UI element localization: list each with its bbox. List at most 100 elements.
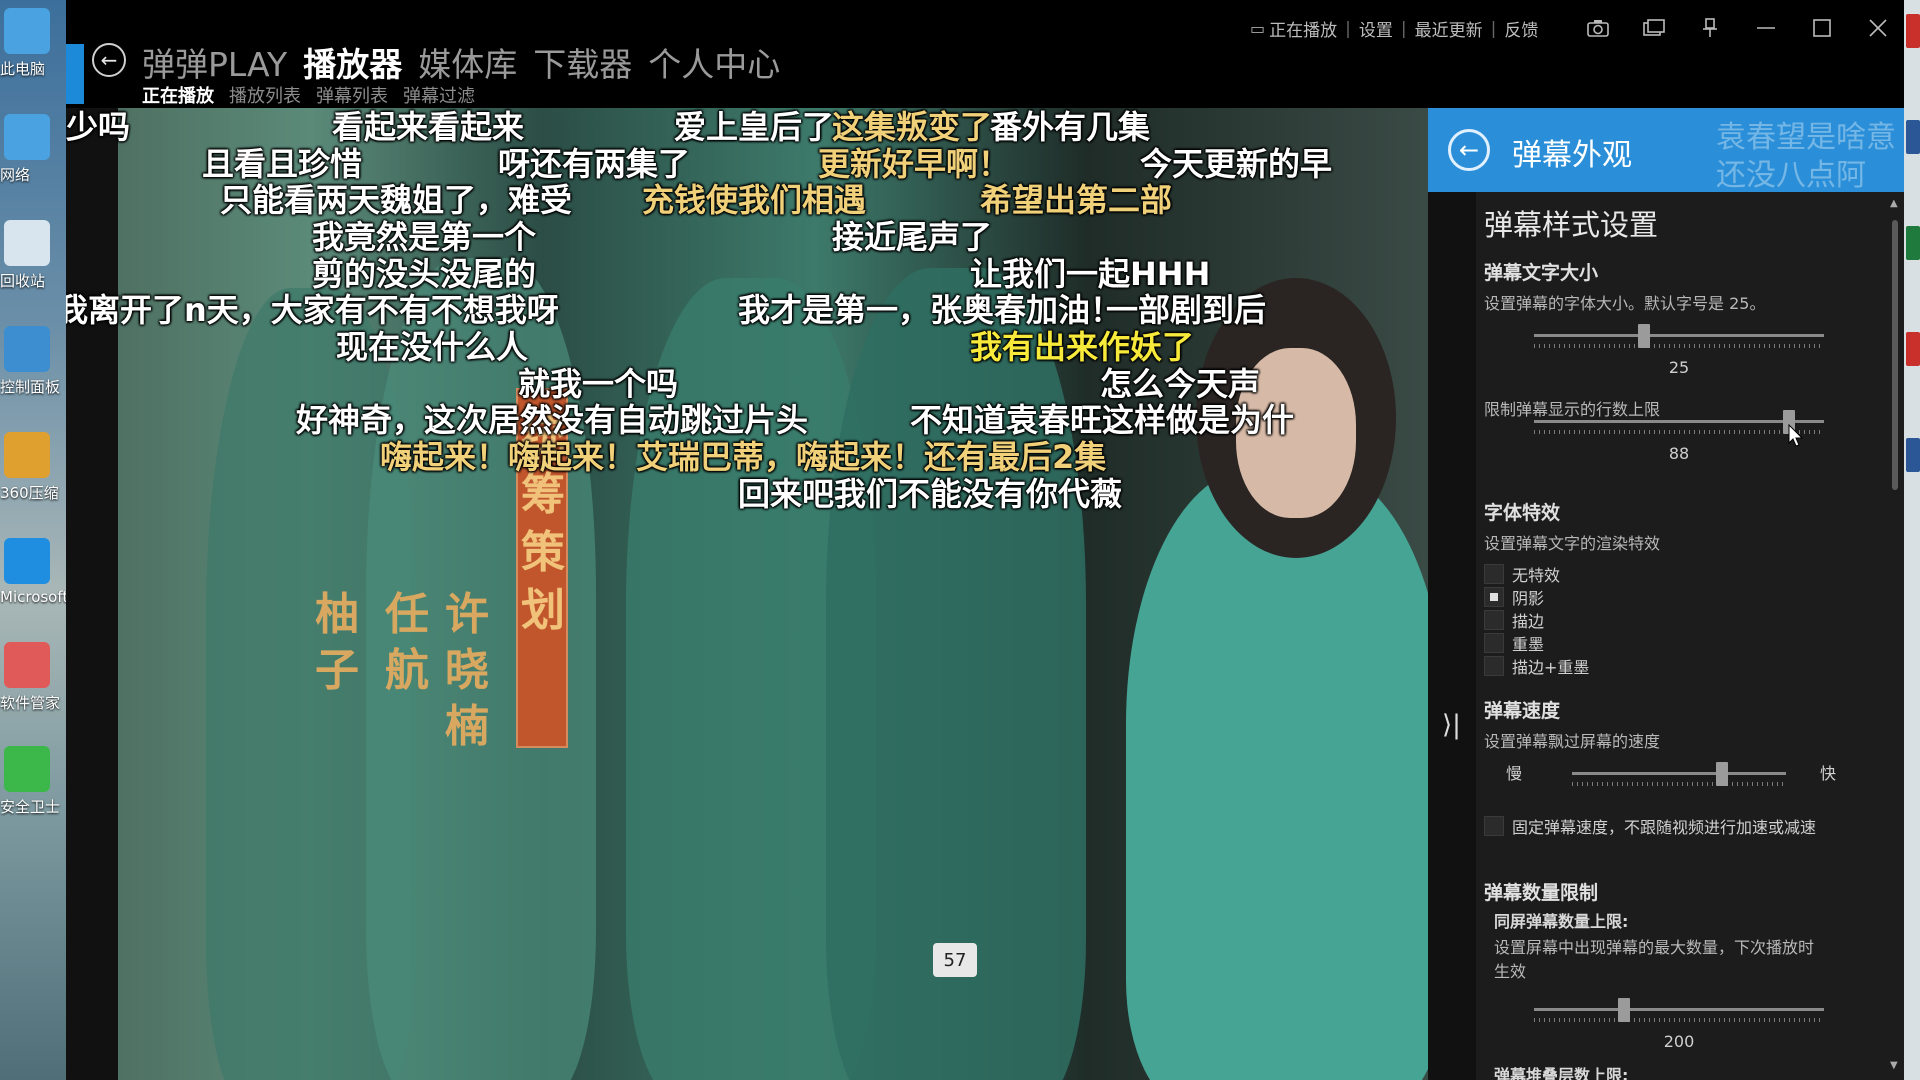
app-window: ← 弹弹PLAY 播放器 媒体库 下载器 个人中心 正在播放 播放列表 弹幕列表 弹幕过滤 ▭… — [66, 0, 1904, 1080]
radio-button[interactable] — [1484, 587, 1504, 607]
slider-thumb[interactable] — [1617, 998, 1630, 1022]
toplink-settings[interactable]: 设置 — [1359, 16, 1393, 41]
line-limit-value: 88 — [1668, 444, 1690, 463]
collapse-panel-icon[interactable]: ⟩| — [1442, 710, 1461, 740]
radio-button[interactable] — [1484, 610, 1504, 630]
desktop-tile-icon[interactable] — [1906, 120, 1920, 154]
desktop-icon[interactable]: Microsoft Edge — [0, 538, 66, 606]
scroll-down-icon[interactable]: ▼ — [1890, 1060, 1898, 1071]
effect-option[interactable]: 重墨 — [1484, 631, 1544, 655]
titlebar: ← 弹弹PLAY 播放器 媒体库 下载器 个人中心 正在播放 播放列表 弹幕列表 弹幕过滤 ▭… — [66, 0, 1904, 108]
minimize-icon[interactable] — [1738, 8, 1794, 48]
nav-item[interactable]: 弹弹PLAY — [142, 38, 287, 86]
effect-option-label: 无特效 — [1512, 566, 1561, 585]
desktop-icon-label: 网络 — [0, 166, 31, 184]
camera-icon[interactable] — [1570, 8, 1626, 48]
desktop-icon[interactable]: 网络 — [0, 114, 66, 185]
count-limit-slider[interactable] — [1534, 998, 1824, 1028]
video-player[interactable]: 柚子任航许晓楠 统筹策划 少吗 看起来看起来 爱上皇后了 这集叛变了 番外有几集 且看且珍… — [66, 108, 1428, 1080]
credit-char: 子 — [315, 645, 359, 696]
subnav-item[interactable]: 弹幕列表 — [316, 82, 388, 108]
panel-header: 袁春望是啥意 还没八点阿 ← 弹幕外观 — [1428, 108, 1904, 193]
video-figure — [1126, 468, 1428, 1080]
effect-option[interactable]: 描边 — [1484, 608, 1544, 632]
accent-bar — [66, 44, 84, 104]
credit-char: 航 — [385, 645, 429, 696]
desktop-icon-label: 软件管家 — [0, 694, 61, 712]
danmaku-icon: ▭ — [1250, 19, 1266, 38]
radio-button[interactable] — [1484, 656, 1504, 676]
scroll-up-icon[interactable]: ▲ — [1890, 198, 1898, 209]
desktop-tile-icon[interactable] — [1906, 438, 1920, 472]
desktop-icon[interactable]: 安全卫士 — [0, 746, 66, 817]
slider-track — [1572, 772, 1786, 775]
separator: | — [1400, 18, 1407, 39]
desktop-tile-icon[interactable] — [1906, 332, 1920, 366]
speed-title: 弹幕速度 — [1484, 700, 1561, 722]
desktop-icon[interactable]: 软件管家 — [0, 642, 66, 713]
back-button[interactable]: ← — [92, 43, 126, 77]
subnav-item[interactable]: 弹幕过滤 — [403, 82, 475, 108]
subnav-item[interactable]: 正在播放 — [142, 82, 214, 108]
pip-icon[interactable] — [1626, 8, 1682, 48]
count-limit-desc-line2: 生效 — [1494, 962, 1527, 981]
app-icon — [4, 114, 50, 160]
effects-desc: 设置弹幕文字的渲染特效 — [1484, 534, 1661, 553]
maximize-icon[interactable] — [1794, 8, 1850, 48]
count-limit-value: 200 — [1663, 1032, 1695, 1051]
slider-thumb[interactable] — [1638, 324, 1651, 348]
nav-item[interactable]: 播放器 — [303, 38, 402, 86]
speed-slider[interactable] — [1572, 762, 1786, 792]
desktop-tile-icon[interactable] — [1906, 14, 1920, 48]
credit-char: 策 — [521, 527, 565, 578]
app-icon — [4, 8, 50, 54]
line-limit-slider[interactable] — [1534, 410, 1824, 440]
danmaku-comment: 现在没什么人 — [336, 328, 529, 367]
radio-button[interactable] — [1484, 564, 1504, 584]
desktop-icon[interactable]: 回收站 — [0, 220, 66, 291]
fixed-speed-checkbox[interactable]: 固定弹幕速度，不跟随视频进行加速或减速 — [1484, 814, 1816, 838]
slider-thumb[interactable] — [1715, 762, 1728, 786]
font-size-desc: 设置弹幕的字体大小。默认字号是 25。 — [1484, 294, 1766, 313]
subnav-item[interactable]: 播放列表 — [229, 82, 301, 108]
app-icon — [4, 326, 50, 372]
toplink-now-playing[interactable]: 正在播放 — [1269, 16, 1337, 41]
font-size-slider[interactable] — [1534, 324, 1824, 354]
nav-item[interactable]: 个人中心 — [648, 38, 780, 86]
slider-ticks — [1572, 782, 1786, 786]
panel-title: 弹幕外观 — [1512, 138, 1632, 173]
toplink-recent-updates[interactable]: 最近更新 — [1415, 16, 1483, 41]
effect-option[interactable]: 阴影 — [1484, 585, 1544, 609]
credit-char: 任 — [385, 589, 429, 640]
app-icon — [4, 432, 50, 478]
checkbox[interactable] — [1484, 816, 1504, 836]
stack-limit-label: 弹幕堆叠层数上限: — [1494, 1066, 1629, 1080]
effect-option[interactable]: 无特效 — [1484, 562, 1560, 586]
mouse-cursor-icon — [1788, 423, 1804, 452]
close-icon[interactable] — [1850, 8, 1904, 48]
effect-option[interactable]: 描边+重墨 — [1484, 654, 1589, 678]
toplink-feedback[interactable]: 反馈 — [1504, 16, 1538, 41]
nav-item[interactable]: 下载器 — [533, 38, 632, 86]
desktop-tile-icon[interactable] — [1906, 226, 1920, 260]
app-icon — [4, 746, 50, 792]
separator: | — [1345, 18, 1351, 39]
panel-back-button[interactable]: ← — [1448, 129, 1490, 171]
fixed-speed-label: 固定弹幕速度，不跟随视频进行加速或减速 — [1512, 818, 1817, 837]
slider-track — [1534, 334, 1824, 337]
danmaku-appearance-panel: 袁春望是啥意 还没八点阿 ← 弹幕外观 ⟩| 弹幕样式设置 弹幕文字大小 设置弹… — [1428, 108, 1904, 1080]
desktop-icon[interactable]: 360压缩 — [0, 432, 66, 503]
slider-ticks — [1534, 344, 1824, 348]
slider-track — [1534, 1008, 1824, 1011]
desktop-right — [1904, 0, 1920, 1080]
nav-item[interactable]: 媒体库 — [418, 38, 517, 86]
count-limit-title: 弹幕数量限制 — [1484, 882, 1599, 904]
scroll-thumb[interactable] — [1892, 220, 1898, 490]
desktop-icon[interactable]: 此电脑 — [0, 8, 66, 79]
desktop-icon[interactable]: 控制面板 — [0, 326, 66, 397]
panel-scrollbar[interactable]: ▲ ▼ — [1886, 192, 1904, 1080]
pin-icon[interactable] — [1682, 8, 1738, 48]
danmaku-comment: 少吗 — [66, 108, 131, 146]
radio-button[interactable] — [1484, 633, 1504, 653]
time-badge: 57 — [933, 943, 977, 977]
